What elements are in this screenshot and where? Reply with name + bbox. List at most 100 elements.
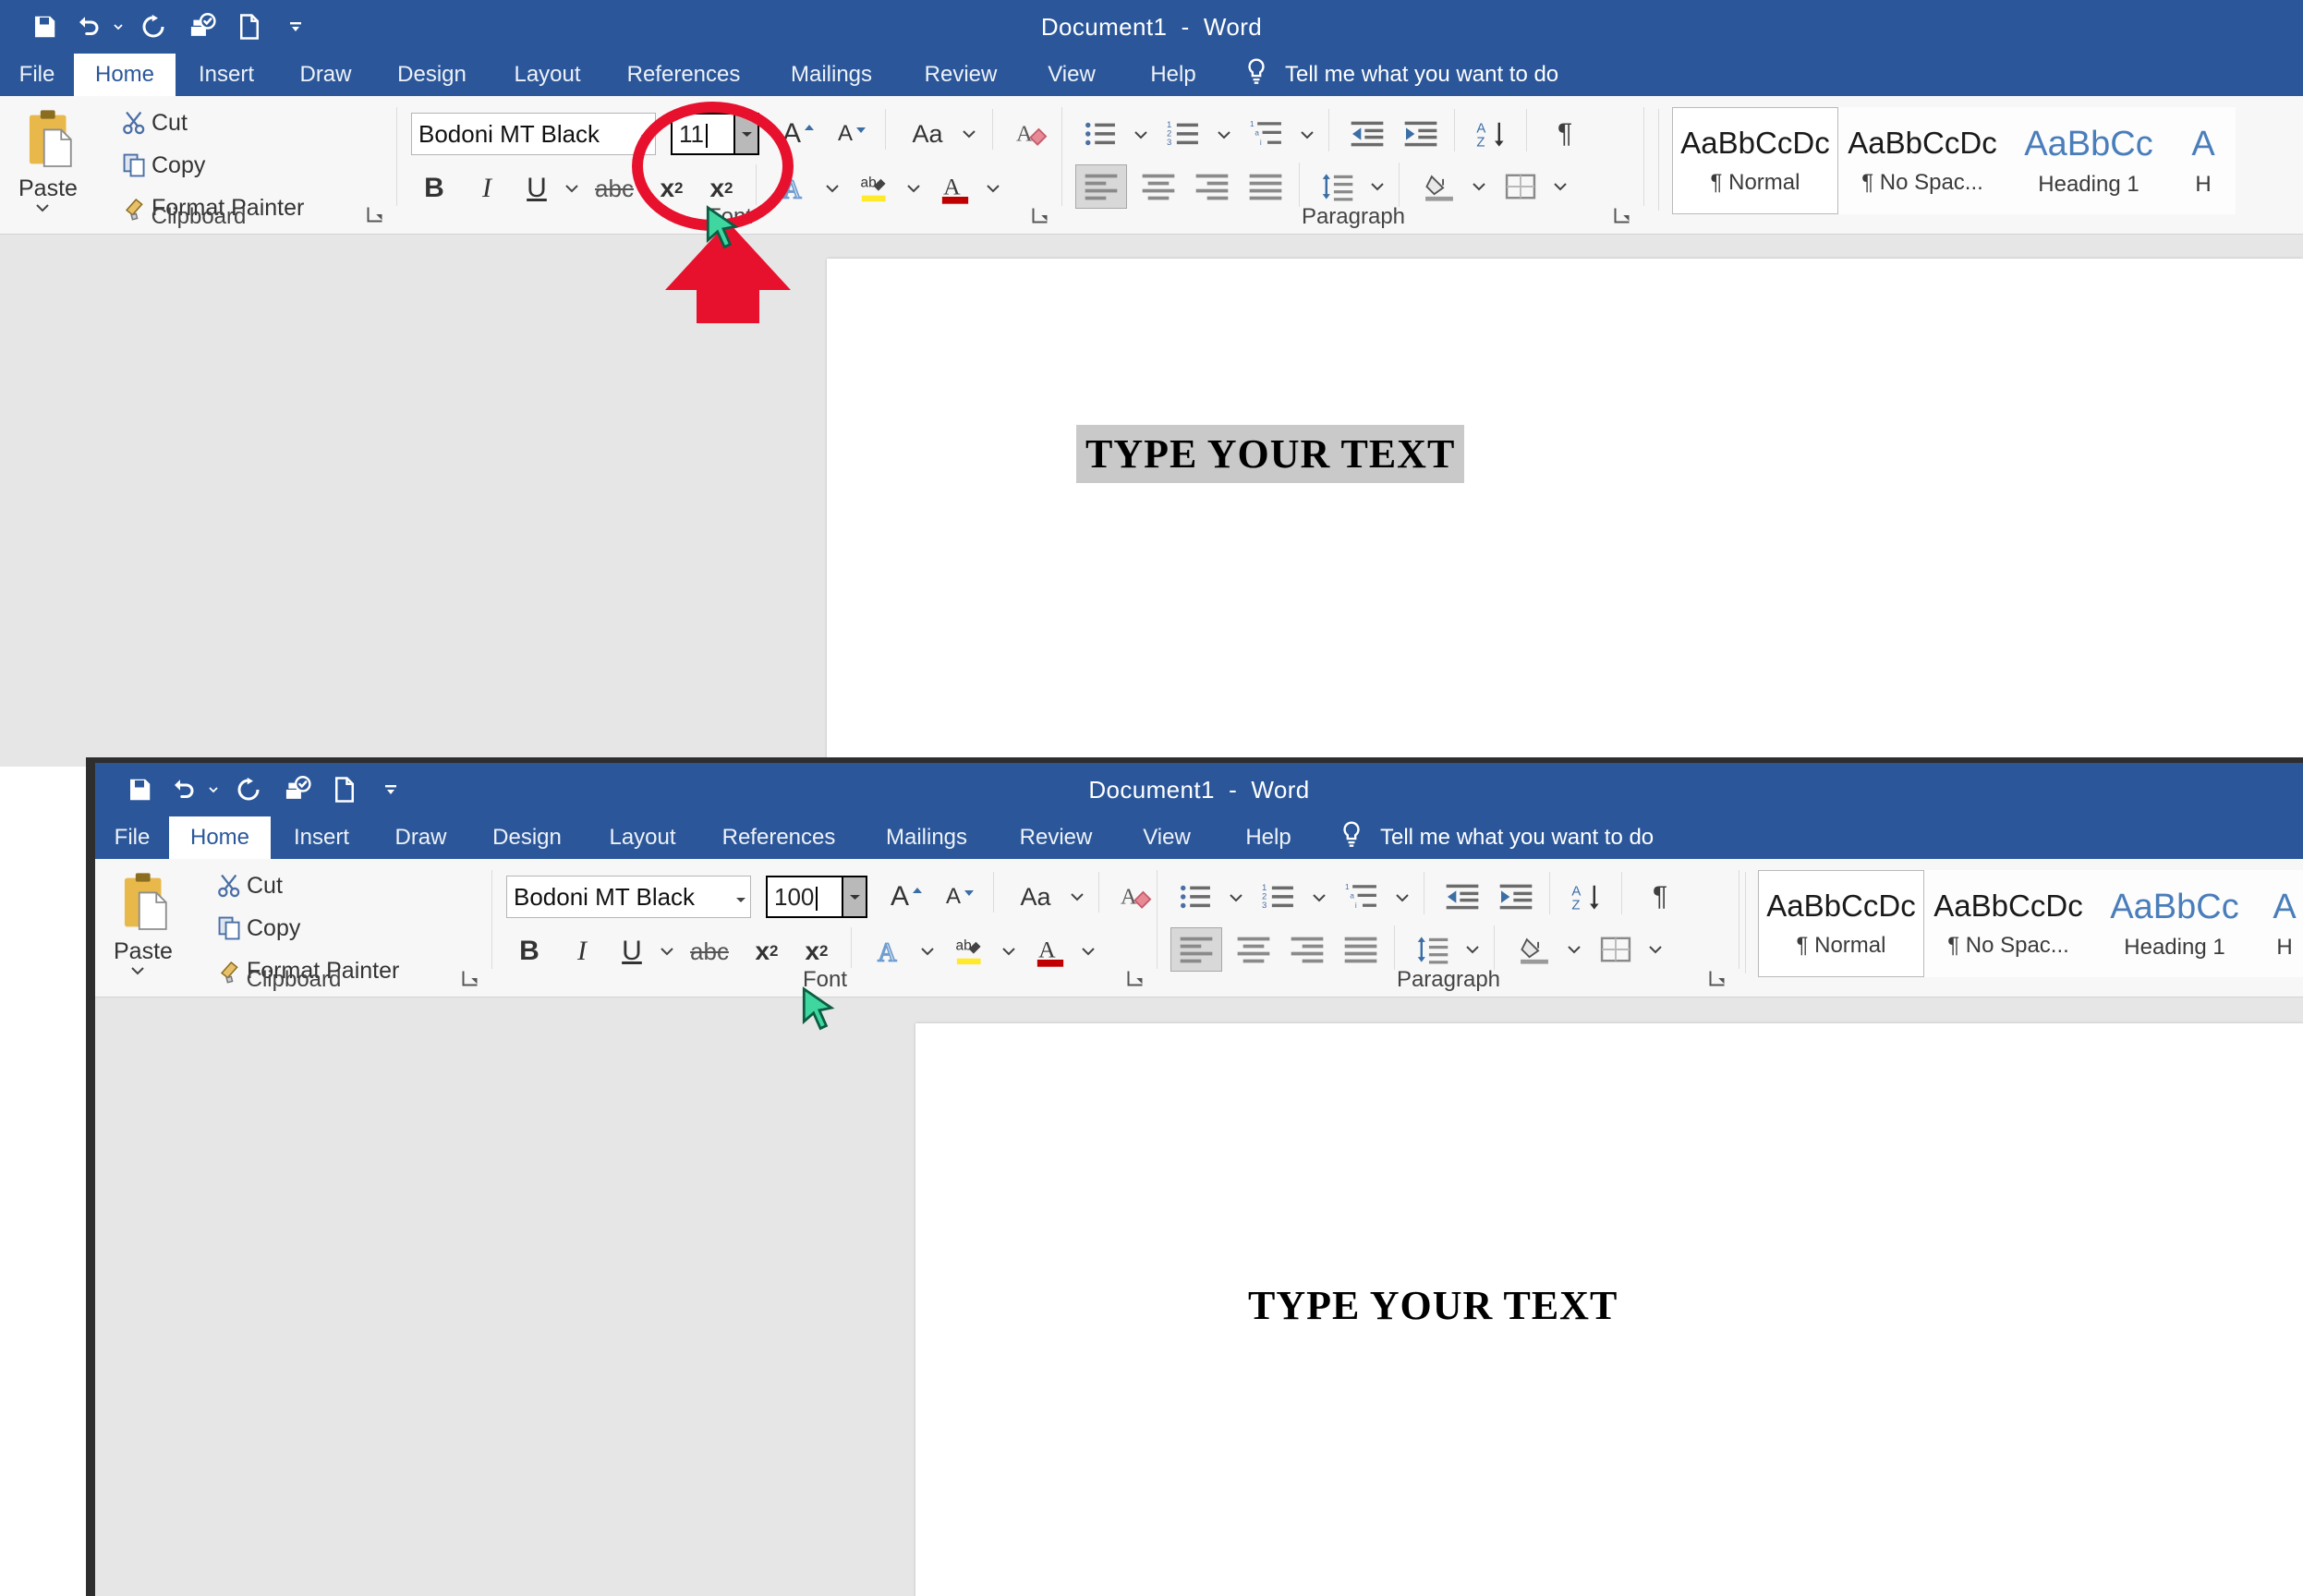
- document-page-bottom[interactable]: TYPE YOUR TEXT: [915, 1023, 2303, 1596]
- customize-qat-icon[interactable]: [273, 0, 318, 54]
- align-right-button-bottom[interactable]: [1283, 927, 1331, 972]
- undo-dropdown-icon[interactable]: [107, 0, 129, 54]
- redo-icon[interactable]: [224, 763, 273, 816]
- text-highlight-dropdown-icon[interactable]: [997, 940, 1021, 962]
- clear-formatting-button-top[interactable]: A: [1009, 113, 1057, 155]
- decrease-indent-button-top[interactable]: [1343, 113, 1391, 155]
- style-no-spacing-bottom[interactable]: AaBbCcDc ¶ No Spac...: [1924, 870, 2092, 977]
- redo-icon[interactable]: [129, 0, 177, 54]
- document-text-bottom[interactable]: TYPE YOUR TEXT: [1248, 1282, 1618, 1329]
- style-heading2-top[interactable]: A H: [2171, 107, 2236, 214]
- shrink-font-button-bottom[interactable]: A: [938, 876, 984, 918]
- grow-font-button-top[interactable]: A: [776, 113, 822, 155]
- clear-formatting-button-bottom[interactable]: A: [1113, 876, 1161, 918]
- numbering-dropdown-icon[interactable]: [1212, 124, 1236, 146]
- text-effects-dropdown-icon[interactable]: [915, 940, 939, 962]
- customize-qat-icon[interactable]: [369, 763, 413, 816]
- style-normal-bottom[interactable]: AaBbCcDc ¶ Normal: [1758, 870, 1924, 977]
- style-heading1-bottom[interactable]: AaBbCc Heading 1: [2092, 870, 2257, 977]
- tab-file-top[interactable]: File: [0, 54, 74, 96]
- tab-draw-top[interactable]: Draw: [277, 54, 374, 96]
- tab-review-bottom[interactable]: Review: [996, 816, 1116, 859]
- undo-dropdown-icon[interactable]: [202, 763, 224, 816]
- multilevel-list-button-bottom[interactable]: 1ai: [1339, 876, 1387, 918]
- numbering-dropdown-icon[interactable]: [1307, 887, 1331, 909]
- text-effects-dropdown-icon[interactable]: [820, 177, 844, 200]
- shrink-font-button-top[interactable]: A: [830, 113, 876, 155]
- shading-dropdown-icon[interactable]: [1562, 938, 1586, 961]
- show-formatting-marks-button-bottom[interactable]: ¶: [1636, 876, 1684, 918]
- align-right-button-top[interactable]: [1188, 164, 1236, 209]
- chevron-down-icon[interactable]: [636, 120, 655, 149]
- align-left-button-bottom[interactable]: [1170, 927, 1222, 972]
- clipboard-dialog-launcher-bottom[interactable]: [461, 969, 479, 992]
- borders-button-bottom[interactable]: [1592, 927, 1640, 972]
- tab-help-top[interactable]: Help: [1122, 54, 1224, 96]
- italic-button-top[interactable]: I: [467, 168, 506, 209]
- copy-button-bottom[interactable]: Copy: [213, 914, 300, 942]
- change-case-button-bottom[interactable]: Aa: [1008, 876, 1063, 918]
- document-page-top[interactable]: TYPE YOUR TEXT: [827, 259, 2303, 767]
- tab-home-bottom[interactable]: Home: [169, 816, 271, 859]
- document-text-top[interactable]: TYPE YOUR TEXT: [1076, 425, 1465, 483]
- bullets-button-top[interactable]: [1077, 113, 1125, 155]
- shading-button-top[interactable]: [1415, 164, 1463, 209]
- justify-button-bottom[interactable]: [1337, 927, 1385, 972]
- tab-view-bottom[interactable]: View: [1116, 816, 1218, 859]
- strikethrough-button-top[interactable]: abc: [588, 168, 641, 209]
- borders-dropdown-icon[interactable]: [1548, 175, 1572, 198]
- increase-indent-button-bottom[interactable]: [1492, 876, 1540, 918]
- bold-button-top[interactable]: B: [412, 168, 456, 209]
- borders-button-top[interactable]: [1497, 164, 1545, 209]
- tab-layout-bottom[interactable]: Layout: [585, 816, 700, 859]
- tab-home-top[interactable]: Home: [74, 54, 176, 96]
- underline-button-top[interactable]: U: [517, 168, 556, 209]
- text-effects-button-bottom[interactable]: A: [866, 931, 914, 972]
- borders-dropdown-icon[interactable]: [1643, 938, 1667, 961]
- shading-dropdown-icon[interactable]: [1467, 175, 1491, 198]
- tab-insert-top[interactable]: Insert: [176, 54, 277, 96]
- tab-references-top[interactable]: References: [605, 54, 762, 96]
- increase-indent-button-top[interactable]: [1397, 113, 1445, 155]
- print-preview-icon[interactable]: [273, 763, 321, 816]
- paste-icon[interactable]: [121, 872, 175, 937]
- bullets-dropdown-icon[interactable]: [1129, 124, 1153, 146]
- undo-icon[interactable]: [164, 763, 202, 816]
- print-preview-icon[interactable]: [177, 0, 225, 54]
- align-center-button-bottom[interactable]: [1230, 927, 1278, 972]
- change-case-dropdown-icon[interactable]: [1065, 885, 1089, 909]
- multilevel-list-dropdown-icon[interactable]: [1295, 124, 1319, 146]
- subscript-button-bottom[interactable]: x2: [744, 931, 790, 972]
- font-size-dropdown-icon[interactable]: [733, 115, 758, 153]
- bullets-dropdown-icon[interactable]: [1224, 887, 1248, 909]
- font-family-combobox-bottom[interactable]: Bodoni MT Black: [506, 876, 751, 918]
- sort-button-bottom[interactable]: AZ: [1564, 876, 1612, 918]
- change-case-dropdown-icon[interactable]: [957, 122, 981, 146]
- tab-draw-bottom[interactable]: Draw: [372, 816, 469, 859]
- change-case-button-top[interactable]: Aa: [900, 113, 955, 155]
- font-dialog-launcher-top[interactable]: [1031, 206, 1049, 229]
- chevron-down-icon[interactable]: [732, 883, 750, 912]
- text-highlight-dropdown-icon[interactable]: [902, 177, 926, 200]
- multilevel-list-dropdown-icon[interactable]: [1390, 887, 1414, 909]
- subscript-button-top[interactable]: x2: [648, 168, 695, 209]
- show-formatting-marks-button-top[interactable]: ¶: [1541, 113, 1589, 155]
- justify-button-top[interactable]: [1242, 164, 1290, 209]
- align-left-button-top[interactable]: [1075, 164, 1127, 209]
- italic-button-bottom[interactable]: I: [563, 931, 601, 972]
- tab-mailings-top[interactable]: Mailings: [762, 54, 901, 96]
- tab-mailings-bottom[interactable]: Mailings: [857, 816, 996, 859]
- font-color-button-bottom[interactable]: A: [1026, 931, 1074, 972]
- shading-button-bottom[interactable]: [1510, 927, 1558, 972]
- bold-button-bottom[interactable]: B: [507, 931, 552, 972]
- superscript-button-bottom[interactable]: x2: [794, 931, 840, 972]
- tab-design-top[interactable]: Design: [374, 54, 490, 96]
- text-highlight-button-top[interactable]: ab: [850, 168, 900, 209]
- cut-button-bottom[interactable]: Cut: [213, 872, 283, 900]
- new-document-icon[interactable]: [225, 0, 273, 54]
- tab-help-bottom[interactable]: Help: [1218, 816, 1319, 859]
- tab-review-top[interactable]: Review: [901, 54, 1021, 96]
- underline-dropdown-icon[interactable]: [560, 177, 584, 200]
- font-color-dropdown-icon[interactable]: [981, 177, 1005, 200]
- save-icon[interactable]: [20, 0, 68, 54]
